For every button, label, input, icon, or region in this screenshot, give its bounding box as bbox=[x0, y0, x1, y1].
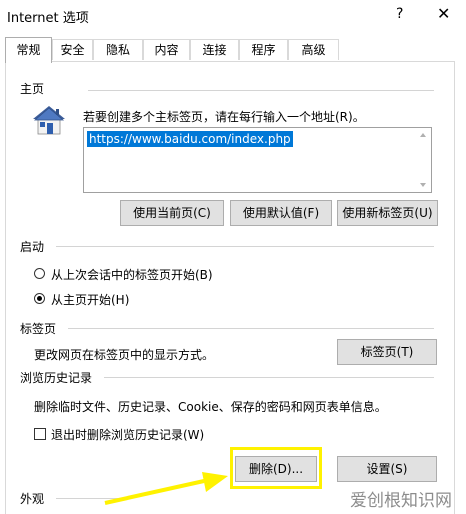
home-page-url-field[interactable]: https://www.baidu.com/index.php bbox=[83, 127, 432, 193]
tabs-group-title: 标签页 bbox=[20, 322, 57, 336]
tab-general[interactable]: 常规 bbox=[5, 37, 52, 63]
history-description: 删除临时文件、历史记录、Cookie、保存的密码和网页表单信息。 bbox=[34, 400, 387, 414]
history-group-title: 浏览历史记录 bbox=[20, 371, 93, 385]
help-button[interactable]: ? bbox=[396, 6, 403, 22]
home-page-group-title: 主页 bbox=[20, 82, 45, 96]
url-scrollbar[interactable] bbox=[416, 129, 430, 191]
home-page-separator bbox=[88, 90, 434, 91]
radio-home-page[interactable] bbox=[34, 293, 45, 304]
tabs-settings-button[interactable]: 标签页(T) bbox=[337, 339, 437, 365]
radio-home-page-label[interactable]: 从主页开始(H) bbox=[51, 291, 129, 308]
house-icon bbox=[29, 103, 69, 137]
tab-programs[interactable]: 程序 bbox=[239, 39, 288, 60]
use-new-tab-button[interactable]: 使用新标签页(U) bbox=[337, 200, 438, 226]
tabs-separator bbox=[68, 328, 434, 329]
title-bar: Internet 选项 ? ✕ bbox=[0, 0, 466, 32]
startup-separator bbox=[56, 246, 434, 247]
delete-on-exit-label[interactable]: 退出时删除浏览历史记录(W) bbox=[51, 426, 204, 443]
watermark-text: 爱创根知识网 bbox=[350, 491, 452, 511]
home-page-url-text: https://www.baidu.com/index.php bbox=[87, 131, 293, 147]
startup-group-title: 启动 bbox=[20, 240, 45, 254]
tab-connections[interactable]: 连接 bbox=[190, 39, 239, 60]
tabs-description: 更改网页在标签页中的显示方式。 bbox=[34, 348, 215, 362]
close-button[interactable]: ✕ bbox=[437, 4, 450, 23]
annotation-arrow-icon bbox=[100, 465, 240, 510]
radio-last-session-label[interactable]: 从上次会话中的标签页开始(B) bbox=[51, 266, 213, 283]
history-settings-button[interactable]: 设置(S) bbox=[337, 456, 437, 482]
tab-security[interactable]: 安全 bbox=[52, 39, 93, 60]
radio-last-session[interactable] bbox=[34, 268, 45, 279]
tab-content[interactable]: 内容 bbox=[143, 39, 190, 60]
radio-selected-dot bbox=[37, 296, 42, 301]
tab-advanced[interactable]: 高级 bbox=[288, 39, 339, 60]
use-default-button[interactable]: 使用默认值(F) bbox=[230, 200, 332, 226]
home-page-instruction: 若要创建多个主标签页，请在每行输入一个地址(R)。 bbox=[83, 110, 365, 124]
use-current-page-button[interactable]: 使用当前页(C) bbox=[120, 200, 224, 226]
window-title: Internet 选项 bbox=[7, 11, 89, 26]
delete-on-exit-checkbox[interactable] bbox=[34, 428, 46, 440]
delete-button-highlight bbox=[230, 447, 322, 489]
history-separator bbox=[104, 377, 434, 378]
appearance-group-title: 外观 bbox=[20, 492, 45, 506]
tab-privacy[interactable]: 隐私 bbox=[93, 39, 143, 60]
